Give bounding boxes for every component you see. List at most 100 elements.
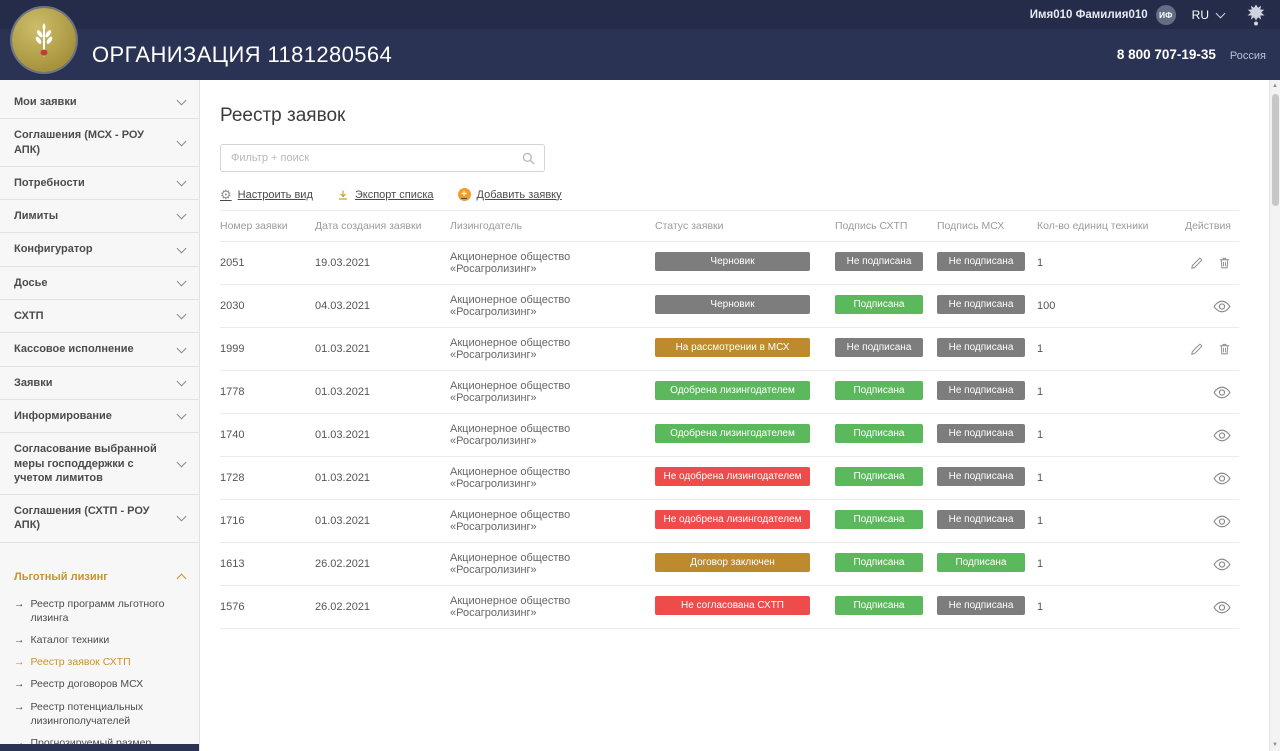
cell-actions	[1167, 558, 1239, 571]
sidebar-item-label: Информирование	[14, 409, 112, 422]
toolbar: ⚙ Настроить вид Экспорт списка + Добавит…	[220, 188, 1239, 211]
sidebar-item-label: Лимиты	[14, 210, 59, 223]
scrollbar-thumb[interactable]	[1271, 94, 1279, 206]
cell-units: 100	[1037, 300, 1056, 312]
arrow-right-icon: →	[14, 700, 25, 713]
view-icon[interactable]	[1213, 601, 1231, 614]
add-icon: +	[457, 188, 471, 201]
user-menu[interactable]: Имя010 Фамилия010 ИФ	[1030, 4, 1176, 25]
msh-sign-badge: Не подписана	[937, 510, 1025, 529]
cell-units: 1	[1037, 386, 1044, 398]
sidebar-subitem[interactable]: → Реестр программ льготного лизинга	[14, 593, 191, 629]
sidebar-item[interactable]: Потребности	[0, 167, 199, 201]
scroll-down-icon[interactable]: ▼	[1270, 742, 1280, 748]
sidebar-subitem-label: Каталог техники	[30, 634, 110, 647]
delete-icon[interactable]	[1218, 342, 1231, 356]
cell-units: 1	[1037, 601, 1044, 613]
sidebar-item[interactable]: Конфигуратор	[0, 233, 199, 267]
cell-units: 1	[1037, 558, 1044, 570]
sidebar-item-label: Соглашения (СХТП - РОУ АПК)	[14, 505, 150, 532]
sidebar-item[interactable]: Мои заявки	[0, 86, 199, 120]
sidebar-subitem-label: Реестр договоров МСХ	[30, 678, 144, 691]
sidebar-item[interactable]: Соглашения (МСХ - РОУ АПК)	[0, 119, 199, 167]
table-row[interactable]: 2030 04.03.2021 Акционерное общество «Ро…	[220, 285, 1239, 328]
view-icon[interactable]	[1213, 429, 1231, 442]
chevron-down-icon	[176, 209, 187, 220]
view-icon[interactable]	[1213, 386, 1231, 399]
sidebar-item[interactable]: Лимиты	[0, 200, 199, 234]
table-row[interactable]: 1576 26.02.2021 Акционерное общество «Ро…	[220, 586, 1239, 629]
edit-icon[interactable]	[1190, 256, 1204, 270]
chevron-down-icon	[176, 309, 187, 320]
table-row[interactable]: 1728 01.03.2021 Акционерное общество «Ро…	[220, 457, 1239, 500]
status-badge: Не согласована СХТП	[655, 596, 810, 615]
table-row[interactable]: 1778 01.03.2021 Акционерное общество «Ро…	[220, 371, 1239, 414]
sidebar-menu: Мои заявки Соглашения (МСХ - РОУ АПК) По…	[0, 86, 199, 543]
language-selector[interactable]: RU	[1192, 8, 1226, 22]
sidebar-subitem[interactable]: → Реестр договоров МСХ	[14, 673, 191, 695]
sidebar-item[interactable]: Заявки	[0, 367, 199, 400]
sidebar-item[interactable]: Информирование	[0, 400, 199, 434]
col-header: Дата создания заявки	[315, 220, 422, 232]
schtp-sign-badge: Подписана	[835, 596, 923, 615]
sidebar-submenu: → Реестр программ льготного лизинга → Катал…	[0, 591, 199, 751]
configure-view-link[interactable]: ⚙ Настроить вид	[220, 188, 313, 201]
msh-sign-badge: Не подписана	[937, 381, 1025, 400]
sidebar-item[interactable]: СХТП	[0, 300, 199, 334]
table-row[interactable]: 1999 01.03.2021 Акционерное общество «Ро…	[220, 328, 1239, 371]
search-icon[interactable]	[521, 151, 536, 171]
scroll-up-icon[interactable]: ▲	[1270, 83, 1280, 89]
cell-actions	[1167, 601, 1239, 614]
sidebar-item[interactable]: Досье	[0, 267, 199, 301]
delete-icon[interactable]	[1218, 256, 1231, 270]
sidebar-item-label: Досье	[14, 276, 48, 289]
sidebar-subitem[interactable]: → Каталог техники	[14, 629, 191, 651]
gear-icon: ⚙	[220, 187, 232, 202]
msh-sign-badge: Не подписана	[937, 295, 1025, 314]
search-input[interactable]	[221, 145, 544, 171]
cell-actions	[1167, 300, 1239, 313]
chevron-down-icon	[176, 376, 187, 387]
schtp-sign-badge: Подписана	[835, 381, 923, 400]
chevron-down-icon	[176, 243, 187, 254]
status-badge: Одобрена лизингодателем	[655, 381, 810, 400]
sidebar-item-label: Кассовое исполнение	[14, 343, 134, 356]
download-icon	[337, 189, 349, 201]
chevron-down-icon	[176, 457, 187, 468]
chevron-down-icon	[176, 276, 187, 287]
sidebar-item[interactable]: Соглашения (СХТП - РОУ АПК)	[0, 495, 199, 543]
add-application-link[interactable]: + Добавить заявку	[457, 188, 562, 201]
sidebar-item[interactable]: Кассовое исполнение	[0, 333, 199, 367]
view-icon[interactable]	[1213, 472, 1231, 485]
sidebar-item-lgotny-lizing[interactable]: Льготный лизинг	[0, 563, 199, 591]
vertical-scrollbar[interactable]: ▲ ▼	[1269, 80, 1280, 751]
cell-units: 1	[1037, 429, 1044, 441]
view-icon[interactable]	[1213, 300, 1231, 313]
cell-units: 1	[1037, 257, 1044, 269]
view-icon[interactable]	[1213, 515, 1231, 528]
avatar[interactable]: ИФ	[1155, 4, 1176, 25]
status-badge: Договор заключен	[655, 553, 810, 572]
cell-lessor: Акционерное общество «Росагролизинг»	[450, 251, 571, 275]
chevron-down-icon	[176, 409, 187, 420]
cell-lessor: Акционерное общество «Росагролизинг»	[450, 552, 571, 576]
table-row[interactable]: 1613 26.02.2021 Акционерное общество «Ро…	[220, 543, 1239, 586]
chevron-down-icon	[176, 176, 187, 187]
view-icon[interactable]	[1213, 558, 1231, 571]
cell-app-number: 2051	[220, 257, 245, 269]
table-header: Номер заявки Дата создания заявки Лизинг…	[220, 211, 1239, 242]
edit-icon[interactable]	[1190, 342, 1204, 356]
sidebar-item[interactable]: Согласование выбранной меры господдержки…	[0, 433, 199, 496]
table-row[interactable]: 1716 01.03.2021 Акционерное общество «Ро…	[220, 500, 1239, 543]
cell-app-number: 2030	[220, 300, 245, 312]
msh-sign-badge: Не подписана	[937, 338, 1025, 357]
cell-actions	[1167, 472, 1239, 485]
schtp-sign-badge: Подписана	[835, 467, 923, 486]
table-row[interactable]: 1740 01.03.2021 Акционерное общество «Ро…	[220, 414, 1239, 457]
export-list-link[interactable]: Экспорт списка	[337, 189, 434, 201]
sidebar-subitem[interactable]: → Реестр заявок СХТП	[14, 651, 191, 673]
msh-sign-badge: Не подписана	[937, 252, 1025, 271]
sidebar-subitem[interactable]: → Реестр потенциальных лизингополучателей	[14, 696, 191, 732]
table-row[interactable]: 2051 19.03.2021 Акционерное общество «Ро…	[220, 242, 1239, 285]
schtp-sign-badge: Подписана	[835, 553, 923, 572]
